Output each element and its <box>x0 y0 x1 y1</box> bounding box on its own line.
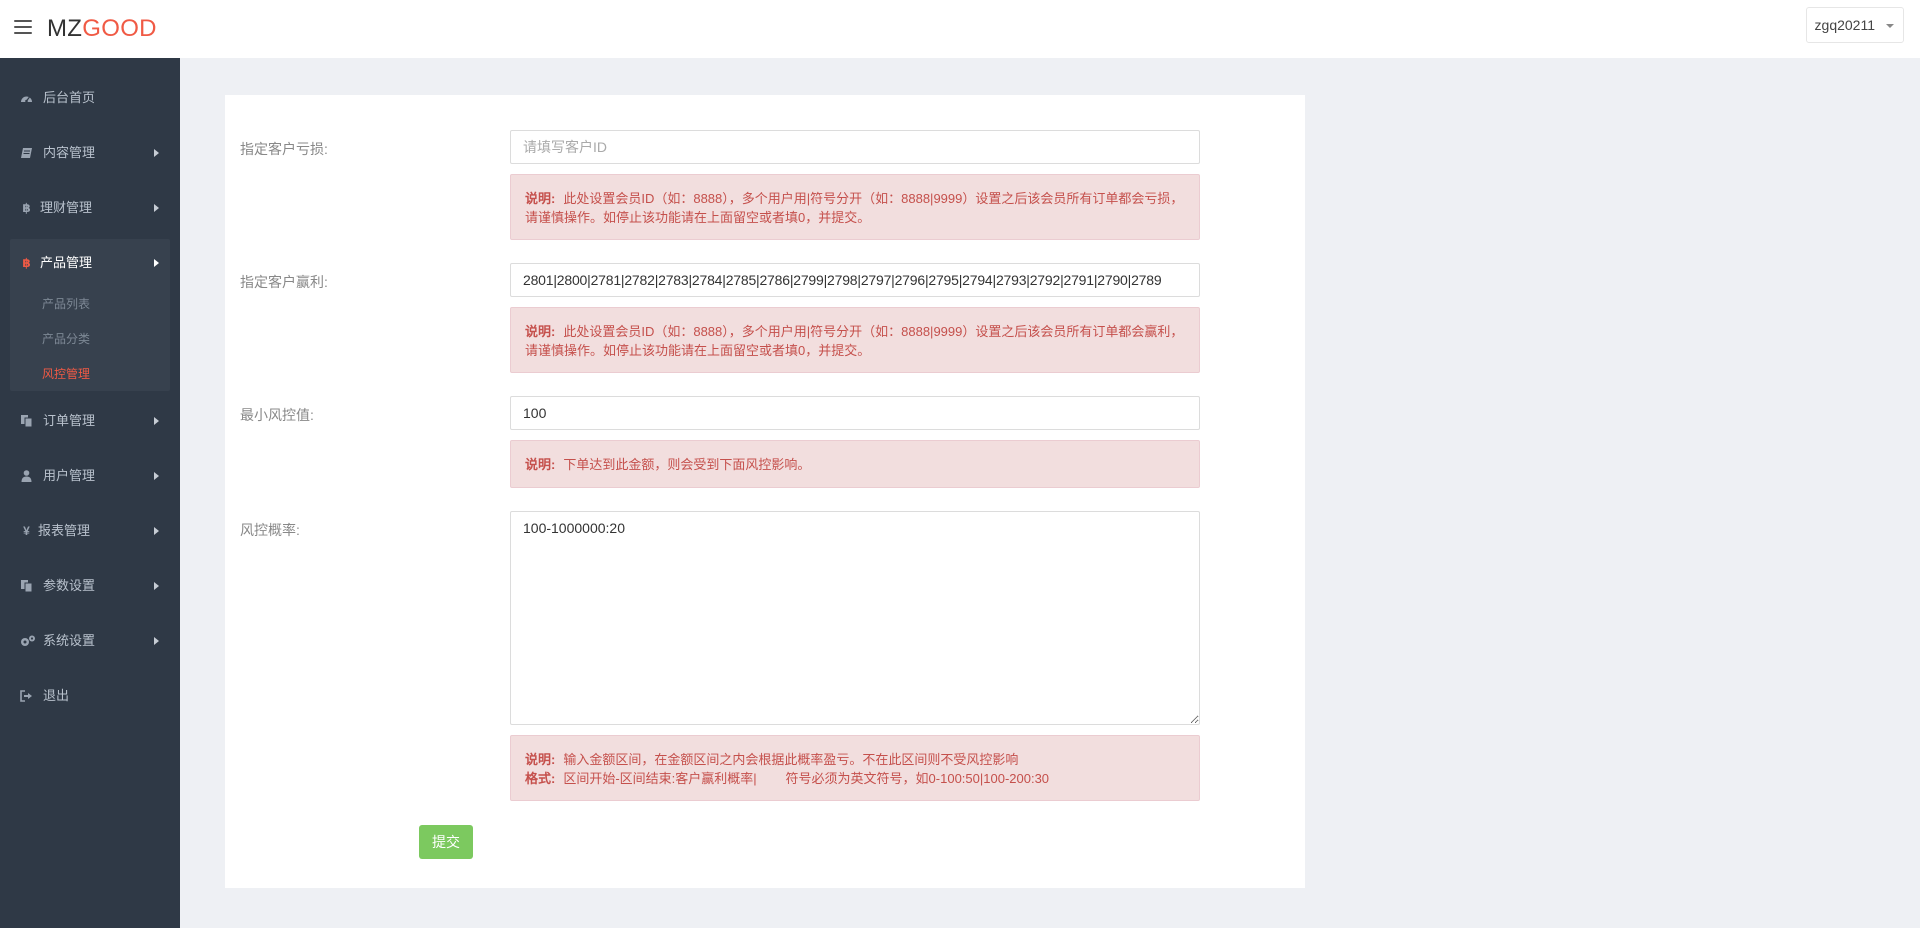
bitcoin-icon: ฿ <box>22 256 31 270</box>
sidebar-subitem-product-category[interactable]: 产品分类 <box>42 324 90 354</box>
copy-icon <box>20 415 33 428</box>
note-text: 此处设置会员ID（如：8888），多个用户用|符号分开（如：8888|9999）… <box>525 191 1184 225</box>
win-customer-note: 说明: 此处设置会员ID（如：8888），多个用户用|符号分开（如：8888|99… <box>510 307 1200 373</box>
sidebar-item-reports[interactable]: ¥ 报表管理 <box>0 511 180 551</box>
win-customer-input[interactable] <box>510 263 1200 297</box>
bitcoin-icon: ฿ <box>22 201 31 215</box>
chevron-right-icon <box>154 582 159 590</box>
sidebar-item-label: 产品管理 <box>40 255 93 270</box>
sidebar-item-products[interactable]: ฿ 产品管理 <box>0 243 180 283</box>
menu-toggle-icon[interactable] <box>14 20 32 34</box>
caret-down-icon <box>1886 24 1894 28</box>
top-header: MZGOOD zgq20211 <box>0 0 1920 58</box>
sidebar-item-system[interactable]: 系统设置 <box>0 621 180 661</box>
sidebar-item-users[interactable]: 用户管理 <box>0 456 180 496</box>
sidebar-item-logout[interactable]: 退出 <box>0 676 180 716</box>
win-customer-label: 指定客户赢利: <box>240 274 328 290</box>
risk-rate-note-line: 说明: 输入金额区间，在金额区间之内会根据此概率盈亏。不在此区间则不受风控影响 <box>525 750 1185 769</box>
chevron-right-icon <box>154 637 159 645</box>
book-icon <box>20 147 33 159</box>
min-risk-input[interactable] <box>510 396 1200 430</box>
note-text: 此处设置会员ID（如：8888），多个用户用|符号分开（如：8888|9999）… <box>525 324 1184 358</box>
format-text: 区间开始-区间结束:客户赢利概率| 符号必须为英文符号，如0-100:50|10… <box>563 771 1050 786</box>
min-risk-label: 最小风控值: <box>240 407 314 423</box>
chevron-right-icon <box>154 204 159 212</box>
chevron-right-icon <box>154 527 159 535</box>
brand-text-part1: MZ <box>47 15 83 42</box>
chevron-right-icon <box>154 149 159 157</box>
user-icon <box>20 470 33 482</box>
risk-rate-format-line: 格式: 区间开始-区间结束:客户赢利概率| 符号必须为英文符号，如0-100:50… <box>525 769 1185 788</box>
sidebar-item-label: 理财管理 <box>40 200 93 215</box>
chevron-right-icon <box>154 259 159 267</box>
note-label: 说明: <box>525 191 556 206</box>
sidebar-item-label: 后台首页 <box>43 90 96 105</box>
format-label: 格式: <box>525 771 556 786</box>
sign-out-icon <box>20 690 33 702</box>
username-label: zgq20211 <box>1814 17 1875 33</box>
sidebar-item-finance[interactable]: ฿ 理财管理 <box>0 188 180 228</box>
risk-rate-label: 风控概率: <box>240 522 300 538</box>
gears-icon <box>20 635 36 647</box>
sidebar-subitem-risk-control[interactable]: 风控管理 <box>42 359 90 389</box>
sidebar-item-label: 用户管理 <box>43 468 96 483</box>
chevron-right-icon <box>154 472 159 480</box>
brand-text-part2: GOOD <box>82 15 157 42</box>
sidebar-item-label: 退出 <box>43 688 70 703</box>
sidebar-item-parameters[interactable]: 参数设置 <box>0 566 180 606</box>
note-label: 说明: <box>525 324 556 339</box>
sidebar-item-label: 报表管理 <box>38 523 91 538</box>
sidebar-item-label: 内容管理 <box>43 145 96 160</box>
chevron-right-icon <box>154 417 159 425</box>
dashboard-icon <box>20 92 33 104</box>
sidebar-item-label: 系统设置 <box>43 633 96 648</box>
note-text: 下单达到此金额，则会受到下面风控影响。 <box>563 457 811 472</box>
note-label: 说明: <box>525 457 556 472</box>
sidebar-item-dashboard[interactable]: 后台首页 <box>0 78 180 118</box>
yen-icon: ¥ <box>23 524 30 538</box>
risk-rate-textarea[interactable]: 100-1000000:20 <box>510 511 1200 725</box>
sidebar-item-label: 订单管理 <box>43 413 96 428</box>
brand-logo[interactable]: MZGOOD <box>47 15 157 43</box>
loss-customer-note: 说明: 此处设置会员ID（如：8888），多个用户用|符号分开（如：8888|99… <box>510 174 1200 240</box>
copy-icon <box>20 580 33 593</box>
min-risk-note: 说明: 下单达到此金额，则会受到下面风控影响。 <box>510 440 1200 488</box>
sidebar: 后台首页 内容管理 ฿ 理财管理 ฿ 产品管理 产品列表 产品分类 风控管理 订… <box>0 58 180 928</box>
sidebar-item-orders[interactable]: 订单管理 <box>0 401 180 441</box>
note-label: 说明: <box>525 752 556 767</box>
note-text: 输入金额区间，在金额区间之内会根据此概率盈亏。不在此区间则不受风控影响 <box>563 752 1019 767</box>
risk-rate-note: 说明: 输入金额区间，在金额区间之内会根据此概率盈亏。不在此区间则不受风控影响 格… <box>510 735 1200 801</box>
loss-customer-input[interactable] <box>510 130 1200 164</box>
sidebar-item-label: 参数设置 <box>43 578 96 593</box>
sidebar-subitem-product-list[interactable]: 产品列表 <box>42 289 90 319</box>
risk-control-form-panel: 指定客户亏损: 说明:此处设置会员ID（如：8888），多个用户用|符号分开（如… <box>225 95 1305 888</box>
loss-customer-label: 指定客户亏损: <box>240 141 328 157</box>
sidebar-item-content[interactable]: 内容管理 <box>0 133 180 173</box>
submit-button[interactable]: 提交 <box>419 825 473 859</box>
user-menu-dropdown[interactable]: zgq20211 <box>1805 7 1904 43</box>
